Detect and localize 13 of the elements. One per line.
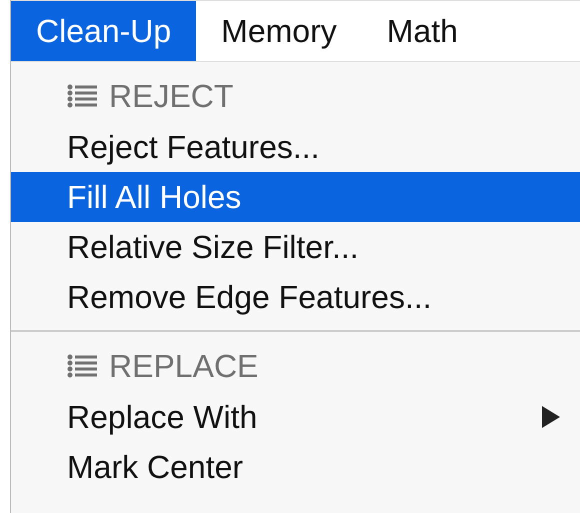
menu-item[interactable]: Reject Features... <box>11 122 580 172</box>
list-icon <box>67 354 97 378</box>
menu-bar-item[interactable]: Memory <box>196 1 362 61</box>
menu-bar-item[interactable]: Clean-Up <box>11 1 196 61</box>
list-icon <box>67 84 97 108</box>
menu-item[interactable]: Mark Center <box>11 442 580 492</box>
menu-item[interactable]: Fill All Holes <box>11 172 580 222</box>
menu-item[interactable]: Replace With <box>11 392 580 442</box>
section-header: REJECT <box>109 77 234 116</box>
menu-item[interactable]: Remove Edge Features... <box>11 272 580 322</box>
menu-item[interactable]: Relative Size Filter... <box>11 222 580 272</box>
section-header: REPLACE <box>109 347 258 386</box>
menu-bar-item[interactable]: Math <box>362 1 483 61</box>
